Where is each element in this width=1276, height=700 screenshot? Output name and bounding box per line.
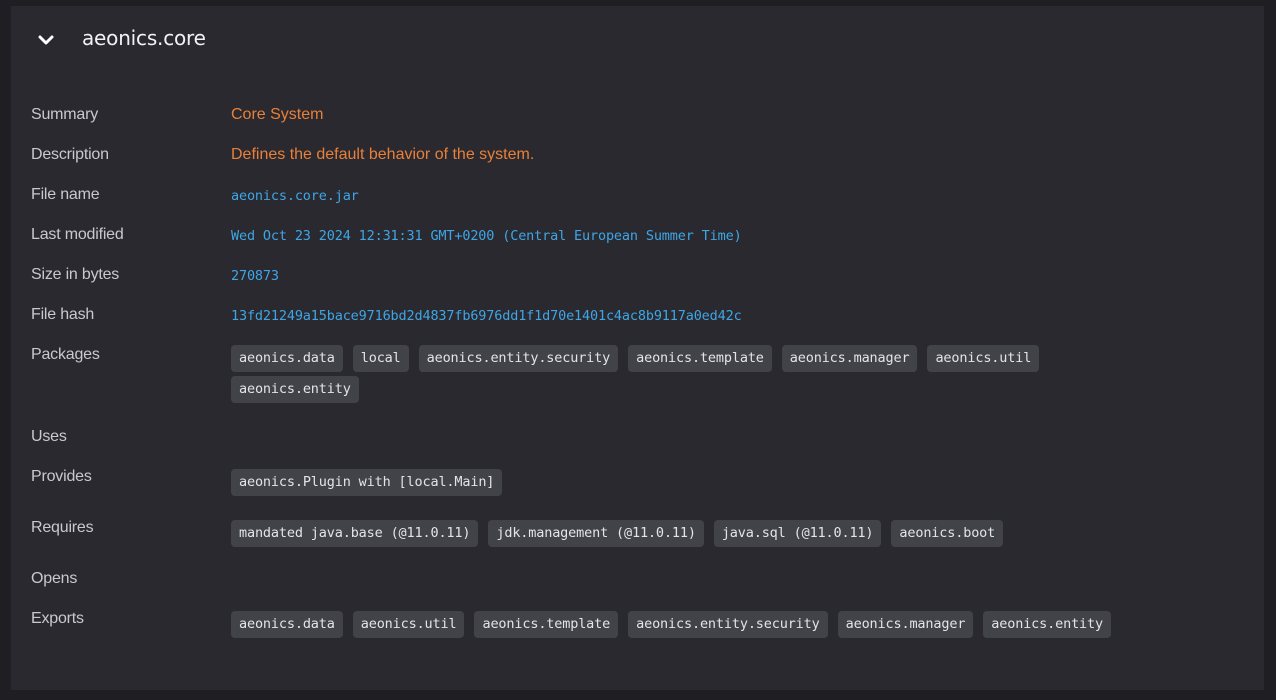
description-value: Defines the default behavior of the syst… bbox=[231, 146, 535, 163]
package-tag: aeonics.util bbox=[927, 345, 1040, 372]
exports-tag: aeonics.template bbox=[474, 611, 619, 638]
package-tag: local bbox=[352, 345, 409, 372]
requires-tag: aeonics.boot bbox=[891, 520, 1004, 547]
module-panel: aeonics.core Summary Core System Descrip… bbox=[11, 6, 1264, 690]
provides-tag: aeonics.Plugin with [local.Main] bbox=[231, 469, 503, 496]
file-name-value: aeonics.core.jar bbox=[231, 188, 359, 204]
uses-label: Uses bbox=[31, 428, 67, 445]
row-uses: Uses bbox=[11, 422, 1264, 462]
row-description: Description Defines the default behavior… bbox=[11, 140, 1264, 180]
row-last-modified: Last modified Wed Oct 23 2024 12:31:31 G… bbox=[11, 220, 1264, 260]
packages-list: aeonics.data local aeonics.entity.security… bbox=[231, 345, 1124, 403]
module-header[interactable]: aeonics.core bbox=[11, 6, 1264, 74]
requires-list: mandated java.base (@11.0.11) jdk.managem… bbox=[231, 520, 1224, 547]
row-file-name: File name aeonics.core.jar bbox=[11, 180, 1264, 220]
package-tag: aeonics.entity bbox=[231, 376, 359, 403]
provides-label: Provides bbox=[31, 468, 92, 485]
row-requires: Requires mandated java.base (@11.0.11) jd… bbox=[11, 513, 1264, 564]
package-tag: aeonics.entity.security bbox=[418, 345, 619, 372]
package-tag: aeonics.data bbox=[231, 345, 343, 372]
opens-label: Opens bbox=[31, 570, 78, 587]
module-title: aeonics.core bbox=[82, 26, 206, 50]
exports-tag: aeonics.entity.security bbox=[628, 611, 828, 638]
requires-label: Requires bbox=[31, 519, 94, 536]
requires-tag: java.sql (@11.0.11) bbox=[713, 520, 882, 547]
file-hash-label: File hash bbox=[31, 306, 95, 323]
row-file-hash: File hash 13fd21249a15bace9716bd2d4837fb… bbox=[11, 300, 1264, 340]
size-label: Size in bytes bbox=[31, 266, 120, 283]
package-tag: aeonics.manager bbox=[781, 345, 918, 372]
last-modified-label: Last modified bbox=[31, 226, 124, 243]
exports-tag: aeonics.util bbox=[352, 611, 465, 638]
description-label: Description bbox=[31, 146, 109, 163]
file-name-label: File name bbox=[31, 186, 100, 203]
row-summary: Summary Core System bbox=[11, 100, 1264, 140]
file-hash-value: 13fd21249a15bace9716bd2d4837fb6976dd1f1d… bbox=[231, 308, 742, 324]
size-value: 270873 bbox=[231, 268, 279, 284]
exports-tag: aeonics.data bbox=[231, 611, 343, 638]
provides-list: aeonics.Plugin with [local.Main] bbox=[231, 469, 1224, 496]
exports-tag: aeonics.entity bbox=[983, 611, 1111, 638]
row-packages: Packages aeonics.data local aeonics.entity… bbox=[11, 340, 1264, 422]
package-tag: aeonics.template bbox=[628, 345, 772, 372]
exports-tag: aeonics.manager bbox=[837, 611, 974, 638]
requires-tag: jdk.management (@11.0.11) bbox=[488, 520, 704, 547]
summary-label: Summary bbox=[31, 106, 99, 123]
row-opens: Opens bbox=[11, 564, 1264, 604]
exports-list: aeonics.data aeonics.util aeonics.template… bbox=[231, 611, 1224, 638]
chevron-down-icon[interactable] bbox=[35, 31, 57, 49]
exports-label: Exports bbox=[31, 610, 84, 627]
packages-label: Packages bbox=[31, 346, 100, 363]
last-modified-value: Wed Oct 23 2024 12:31:31 GMT+0200 (Centr… bbox=[231, 228, 742, 244]
summary-value: Core System bbox=[231, 106, 324, 123]
row-size: Size in bytes 270873 bbox=[11, 260, 1264, 300]
row-provides: Provides aeonics.Plugin with [local.Main… bbox=[11, 462, 1264, 513]
requires-tag: mandated java.base (@11.0.11) bbox=[231, 520, 479, 547]
row-exports: Exports aeonics.data aeonics.util aeonics.… bbox=[11, 604, 1264, 655]
